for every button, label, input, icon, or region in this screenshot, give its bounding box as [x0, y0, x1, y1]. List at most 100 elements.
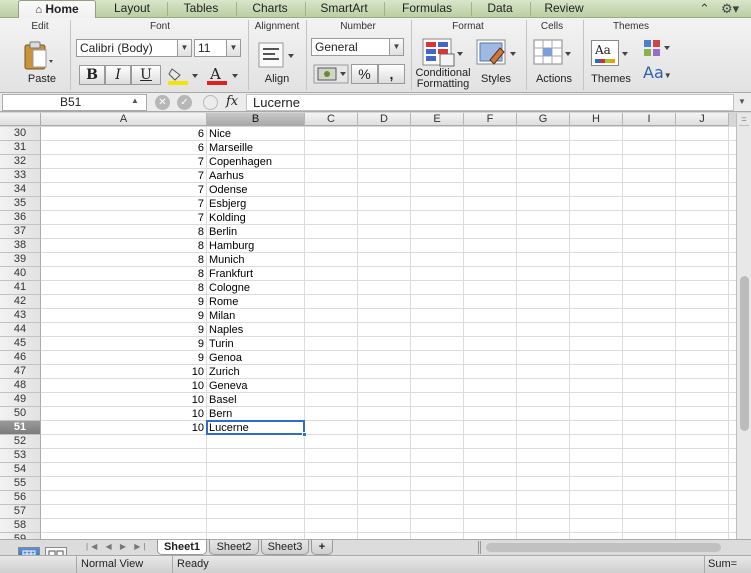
cell-b[interactable]: Odense — [209, 183, 304, 197]
sheet-tab-1[interactable]: Sheet1 — [157, 540, 207, 555]
row-header[interactable]: 55 — [0, 477, 41, 491]
cell-a[interactable]: 10 — [41, 421, 204, 435]
chevron-down-icon[interactable]: ▼ — [227, 39, 241, 57]
cell-a[interactable]: 9 — [41, 295, 204, 309]
vertical-scroll-thumb[interactable] — [740, 276, 749, 431]
cell-a[interactable]: 10 — [41, 407, 204, 421]
vertical-scrollbar[interactable]: = — [736, 113, 751, 539]
row-header[interactable]: 40 — [0, 267, 41, 281]
tab-review[interactable]: Review — [531, 0, 597, 18]
cell-b[interactable]: Nice — [209, 127, 304, 141]
gear-icon[interactable]: ⚙▾ — [721, 0, 739, 18]
cell-a[interactable]: 7 — [41, 155, 204, 169]
row-header[interactable]: 47 — [0, 365, 41, 379]
row-header[interactable]: 36 — [0, 211, 41, 225]
column-header-h[interactable]: H — [570, 113, 623, 126]
cell-a[interactable] — [41, 463, 204, 477]
cell-b[interactable]: Munich — [209, 253, 304, 267]
cell-b[interactable]: Berlin — [209, 225, 304, 239]
split-handle-icon[interactable]: = — [739, 114, 749, 126]
cell-b[interactable] — [209, 491, 304, 505]
cell-a[interactable]: 10 — [41, 379, 204, 393]
cell-grid[interactable]: 6 Nice 6 Marseille 7 Copenhagen 7 Aarhus 7 Odense… — [41, 127, 736, 539]
row-header[interactable]: 38 — [0, 239, 41, 253]
italic-button[interactable]: I — [105, 65, 131, 85]
font-name-field[interactable]: Calibri (Body) — [76, 39, 178, 57]
cell-b[interactable]: Rome — [209, 295, 304, 309]
conditional-formatting-button[interactable] — [420, 38, 464, 68]
align-button[interactable] — [258, 42, 296, 70]
cell-b[interactable]: Frankfurt — [209, 267, 304, 281]
chevron-down-icon[interactable]: ▼ — [178, 39, 192, 57]
font-size-field[interactable]: 11 — [194, 39, 227, 57]
cell-b[interactable]: Hamburg — [209, 239, 304, 253]
row-header[interactable]: 43 — [0, 309, 41, 323]
sheet-tab-3[interactable]: Sheet3 — [261, 540, 309, 555]
percent-button[interactable]: % — [351, 64, 378, 84]
font-color-button[interactable]: A — [204, 65, 240, 85]
cell-a[interactable]: 8 — [41, 253, 204, 267]
cell-b[interactable] — [209, 463, 304, 477]
collapse-ribbon-icon[interactable]: ⌃ — [699, 0, 710, 18]
cell-b[interactable]: Esbjerg — [209, 197, 304, 211]
row-header[interactable]: 58 — [0, 519, 41, 533]
row-header[interactable]: 54 — [0, 463, 41, 477]
cell-a[interactable]: 10 — [41, 393, 204, 407]
select-all-corner[interactable] — [0, 113, 41, 126]
cell-a[interactable]: 6 — [41, 127, 204, 141]
row-header[interactable]: 41 — [0, 281, 41, 295]
tab-charts[interactable]: Charts — [237, 0, 303, 18]
cell-a[interactable]: 8 — [41, 267, 204, 281]
sum-indicator[interactable]: Sum= — [708, 556, 737, 573]
paste-button[interactable] — [22, 40, 54, 72]
cell-a[interactable]: 8 — [41, 225, 204, 239]
horizontal-scroll-thumb[interactable] — [486, 543, 721, 552]
fill-color-button[interactable] — [166, 65, 200, 85]
row-header[interactable]: 53 — [0, 449, 41, 463]
row-header[interactable]: 37 — [0, 225, 41, 239]
styles-button[interactable] — [476, 38, 518, 68]
tab-tables[interactable]: Tables — [168, 0, 234, 18]
row-header[interactable]: 44 — [0, 323, 41, 337]
cell-b[interactable]: Zurich — [209, 365, 304, 379]
column-header-d[interactable]: D — [358, 113, 411, 126]
cell-b[interactable] — [209, 449, 304, 463]
cell-b[interactable]: Aarhus — [209, 169, 304, 183]
row-header[interactable]: 50 — [0, 407, 41, 421]
row-header[interactable]: 33 — [0, 169, 41, 183]
cancel-icon[interactable]: ✕ — [155, 95, 170, 110]
comma-style-button[interactable]: , — [378, 64, 405, 84]
tab-smartart[interactable]: SmartArt — [306, 0, 382, 18]
row-header[interactable]: 51 — [0, 421, 41, 435]
row-header[interactable]: 30 — [0, 127, 41, 141]
cell-b[interactable] — [209, 505, 304, 519]
cell-a[interactable] — [41, 449, 204, 463]
cell-b[interactable]: Basel — [209, 393, 304, 407]
tab-data[interactable]: Data — [472, 0, 528, 18]
confirm-icon[interactable]: ✓ — [177, 95, 192, 110]
formula-input[interactable]: Lucerne — [246, 94, 734, 111]
cell-a[interactable]: 7 — [41, 211, 204, 225]
cell-a[interactable]: 7 — [41, 197, 204, 211]
column-header-j[interactable]: J — [676, 113, 729, 126]
cell-b[interactable] — [209, 477, 304, 491]
chevron-down-icon[interactable]: ▼ — [390, 38, 404, 56]
column-header-a[interactable]: A — [41, 113, 207, 126]
theme-colors-button[interactable] — [643, 39, 673, 57]
cell-a[interactable]: 9 — [41, 309, 204, 323]
row-header[interactable]: 57 — [0, 505, 41, 519]
cell-a[interactable]: 9 — [41, 323, 204, 337]
column-header-c[interactable]: C — [305, 113, 358, 126]
cell-b[interactable]: Kolding — [209, 211, 304, 225]
cell-a[interactable]: 8 — [41, 239, 204, 253]
sheet-tab-2[interactable]: Sheet2 — [209, 540, 259, 555]
tab-split-handle[interactable] — [478, 541, 481, 554]
column-header-e[interactable]: E — [411, 113, 464, 126]
column-header-i[interactable]: I — [623, 113, 676, 126]
cell-a[interactable] — [41, 491, 204, 505]
cell-a[interactable] — [41, 477, 204, 491]
cell-a[interactable] — [41, 519, 204, 533]
bold-button[interactable]: B — [79, 65, 105, 85]
cell-a[interactable]: 7 — [41, 183, 204, 197]
currency-button[interactable] — [313, 64, 349, 84]
